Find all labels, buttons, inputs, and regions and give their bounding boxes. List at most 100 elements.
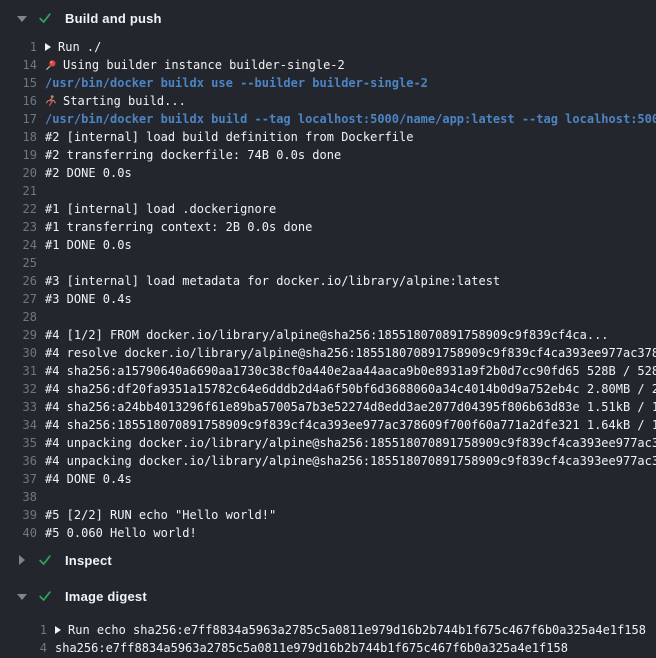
log-line: 23 #1 transferring context: 2B 0.0s done [0,218,656,236]
line-number[interactable]: 20 [0,164,37,182]
section-title: Build and push [65,11,162,26]
log-text: Using builder instance builder-single-2 [45,56,345,74]
line-number[interactable]: 26 [0,272,37,290]
log-text: Run ./ [45,38,101,56]
line-number[interactable]: 1 [0,38,37,56]
section-header-inspect[interactable]: Inspect [0,542,656,578]
log-text: #1 transferring context: 2B 0.0s done [45,218,312,236]
line-number[interactable]: 29 [0,326,37,344]
log-line: 26 #3 [internal] load metadata for docker… [0,272,656,290]
line-number[interactable]: 34 [0,416,37,434]
pushpin-icon [45,59,57,71]
log-message: #4 [1/2] FROM docker.io/library/alpine@s… [45,326,609,344]
log-line: 35 #4 unpacking docker.io/library/alpine@… [0,434,656,452]
log-text: #1 DONE 0.0s [45,236,132,254]
log-line: 22 #1 [internal] load .dockerignore [0,200,656,218]
log-line: 18 #2 [internal] load build definition fr… [0,128,656,146]
workflow-log-viewer: Build and push1Run ./14Using builder ins… [0,0,656,658]
line-number[interactable]: 23 [0,218,37,236]
section-header-image-digest[interactable]: Image digest [0,578,656,614]
line-number[interactable]: 38 [0,488,37,506]
log-line: 36#4 unpacking docker.io/library/alpine@… [0,452,656,470]
log-line: 25 [0,254,656,272]
log-message: #4 resolve docker.io/library/alpine@sha2… [45,344,656,362]
log-line: 16 Starting build... [0,92,656,110]
section-header-build-and-push[interactable]: Build and push [0,0,656,36]
log-message: #5 0.060 Hello world! [45,524,197,542]
log-line: 31 #4 sha256:a15790640a6690aa1730c38cf0a4… [0,362,656,380]
line-number[interactable]: 39 [0,506,37,524]
line-number[interactable]: 24 [0,236,37,254]
check-icon [38,589,52,603]
log-text: #2 transferring dockerfile: 74B 0.0s don… [45,146,341,164]
line-number[interactable]: 35 [0,434,37,452]
line-number[interactable]: 37 [0,470,37,488]
log-line: 24 #1 DONE 0.0s [0,236,656,254]
log-message: #1 [internal] load .dockerignore [45,200,276,218]
line-number[interactable]: 17 [0,110,37,128]
log-text: Run echo sha256:e7ff8834a5963a2785c5a081… [55,621,646,639]
line-number[interactable]: 22 [0,200,37,218]
log-message: #2 transferring dockerfile: 74B 0.0s don… [45,146,341,164]
line-number[interactable]: 15 [0,74,37,92]
line-number[interactable]: 14 [0,56,37,74]
log-block-build-and-push: 1 Run ./ 14 Using builder instance builder-… [0,36,656,542]
line-number[interactable]: 19 [0,146,37,164]
log-message: Using builder instance builder-single-2 [63,56,345,74]
log-message: #1 DONE 0.0s [45,236,132,254]
log-text: #5 [2/2] RUN echo "Hello world!" [45,506,276,524]
log-text: sha256:e7ff8834a5963a2785c5a0811e979d16b… [55,639,568,657]
line-number[interactable]: 1 [0,621,47,639]
log-line: 15/usr/bin/docker buildx use --builder b… [0,74,656,92]
log-line: 30 #4 resolve docker.io/library/alpine@sh… [0,344,656,362]
log-message: #4 unpacking docker.io/library/alpine@sh… [45,434,656,452]
log-text: Starting build... [45,92,186,110]
line-number[interactable]: 4 [0,639,47,657]
log-text: #4 sha256:a24bb4013296f61e89ba57005a7b3e… [45,398,656,416]
expand-run-icon[interactable] [55,626,61,634]
log-line: 19 #2 transferring dockerfile: 74B 0.0s d… [0,146,656,164]
section-title: Image digest [65,589,147,604]
log-message: #4 sha256:a24bb4013296f61e89ba57005a7b3e… [45,398,656,416]
log-line: 38 [0,488,656,506]
log-message: #2 DONE 0.0s [45,164,132,182]
line-number[interactable]: 16 [0,92,37,110]
log-message: #4 DONE 0.4s [45,470,132,488]
chevron-right-icon[interactable] [17,555,27,565]
log-line: 1 Run echo sha256:e7ff8834a5963a2785c5a08… [0,621,656,639]
expand-run-icon[interactable] [45,43,51,51]
log-line: 27 #3 DONE 0.4s [0,290,656,308]
chevron-down-icon[interactable] [17,591,27,601]
line-number[interactable]: 30 [0,344,37,362]
line-number[interactable]: 27 [0,290,37,308]
chevron-down-icon[interactable] [17,13,27,23]
log-text: #4 resolve docker.io/library/alpine@sha2… [45,344,656,362]
log-line: 37 #4 DONE 0.4s [0,470,656,488]
line-number[interactable]: 28 [0,308,37,326]
log-text: #2 [internal] load build definition from… [45,128,413,146]
log-line: 20 #2 DONE 0.0s [0,164,656,182]
log-message: #3 [internal] load metadata for docker.i… [45,272,500,290]
log-text: #2 DONE 0.0s [45,164,132,182]
log-message: #4 sha256:a15790640a6690aa1730c38cf0a440… [45,362,656,380]
line-number[interactable]: 33 [0,398,37,416]
log-line: 32#4 sha256:df20fa9351a15782c64e6dddb2d4… [0,380,656,398]
log-text: #4 [1/2] FROM docker.io/library/alpine@s… [45,326,609,344]
check-icon [38,11,52,25]
line-number[interactable]: 32 [0,380,37,398]
log-text: #1 [internal] load .dockerignore [45,200,276,218]
line-number[interactable]: 36 [0,452,37,470]
line-number[interactable]: 18 [0,128,37,146]
line-number[interactable]: 31 [0,362,37,380]
line-number[interactable]: 25 [0,254,37,272]
log-text: /usr/bin/docker buildx build --tag local… [45,110,656,128]
log-text: #5 0.060 Hello world! [45,524,197,542]
line-number[interactable]: 21 [0,182,37,200]
line-number[interactable]: 40 [0,524,37,542]
log-message: #3 DONE 0.4s [45,290,132,308]
runner-icon [45,95,57,107]
log-text: #4 DONE 0.4s [45,470,132,488]
log-message: Starting build... [63,92,186,110]
log-message: sha256:e7ff8834a5963a2785c5a0811e979d16b… [55,639,568,657]
log-text: #4 unpacking docker.io/library/alpine@sh… [45,434,656,452]
